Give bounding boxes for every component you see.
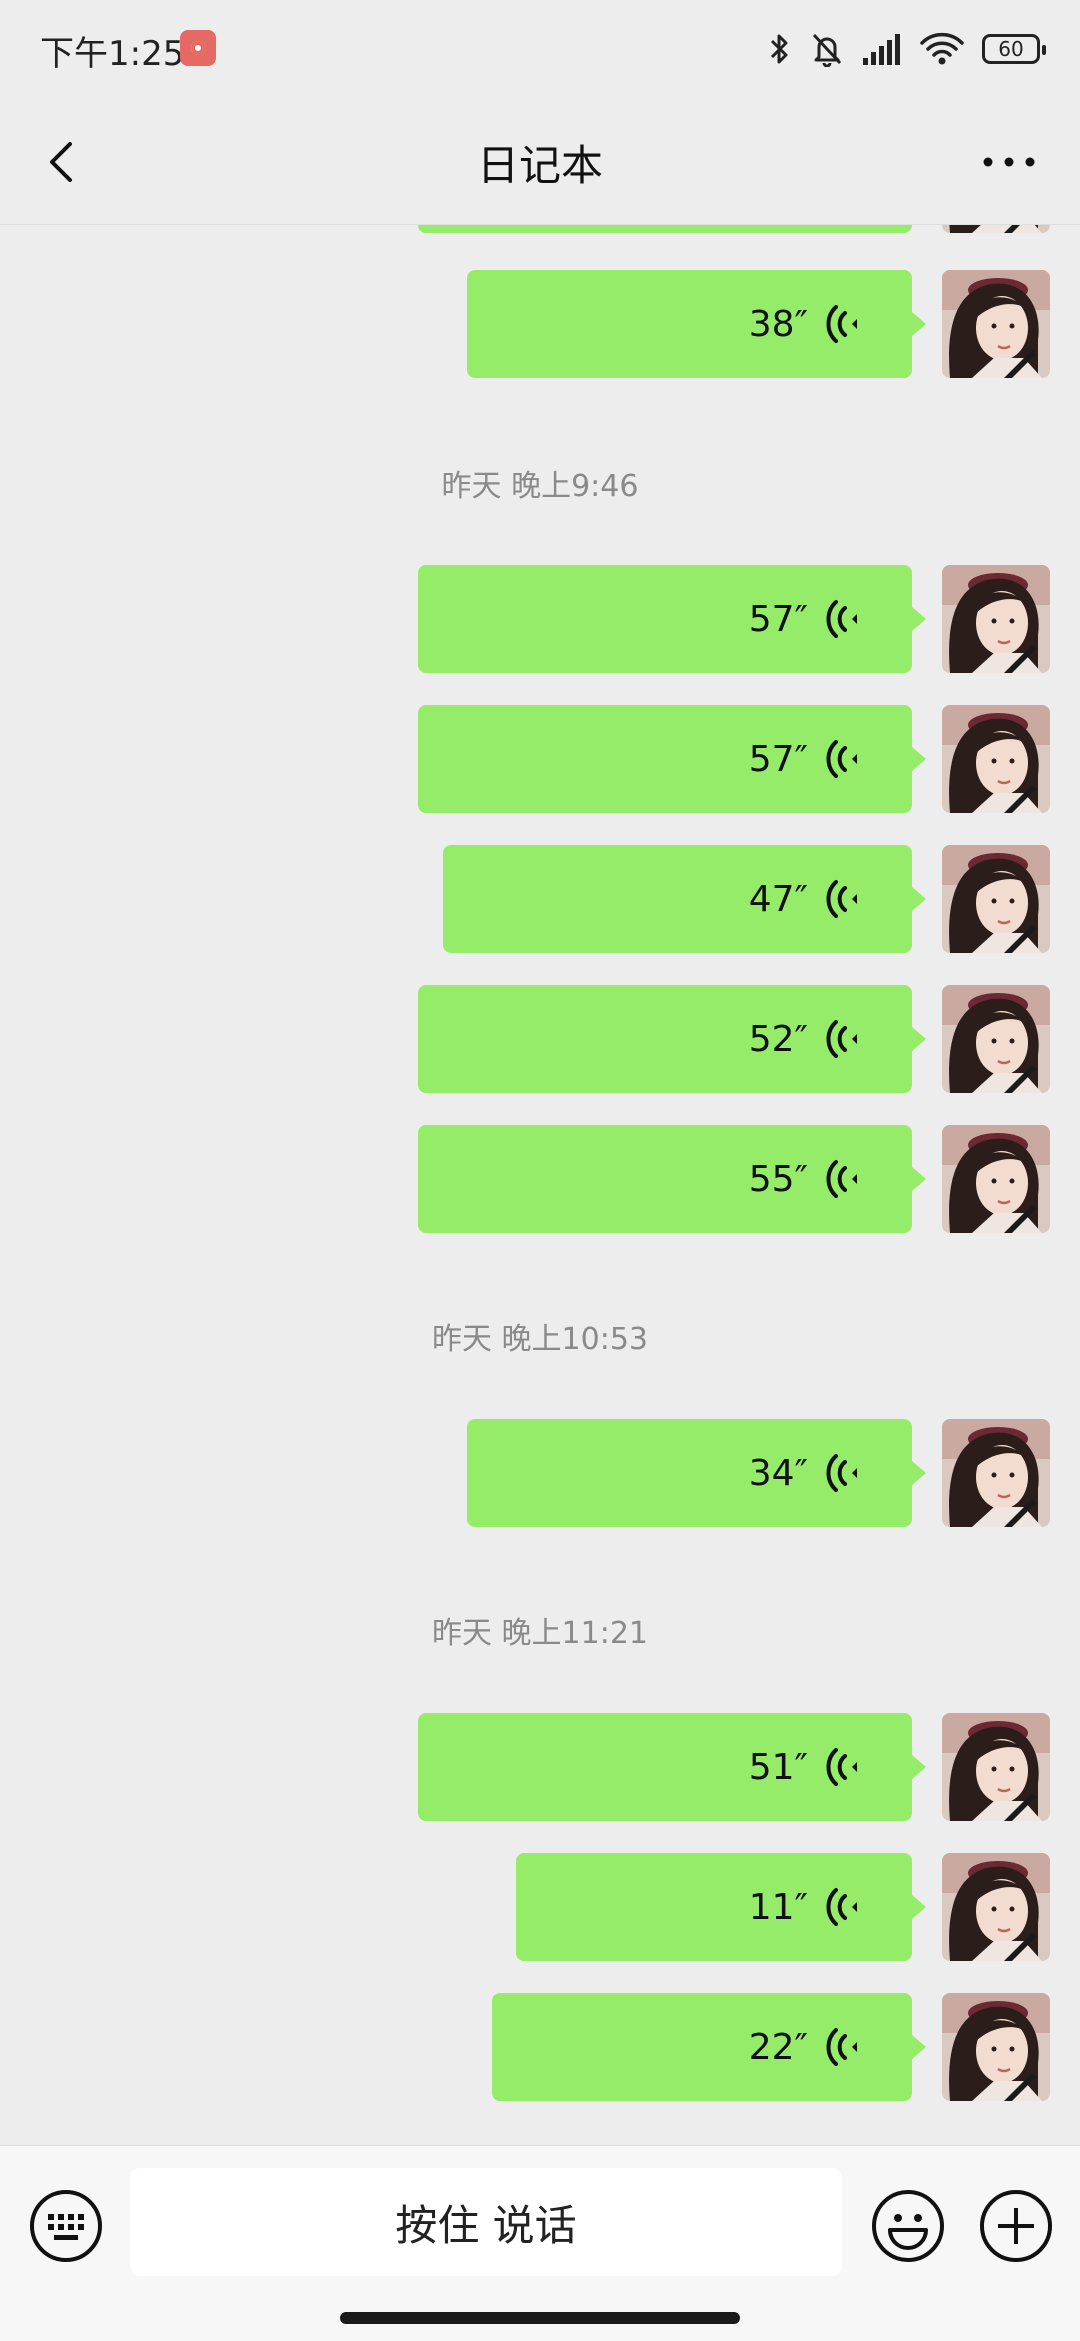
voice-duration: 47″ bbox=[748, 878, 808, 920]
voice-message[interactable]: 57″ bbox=[418, 565, 1050, 673]
avatar[interactable] bbox=[942, 1419, 1050, 1527]
voice-bubble[interactable]: 57″ bbox=[418, 565, 926, 673]
mute-bell-icon bbox=[812, 33, 842, 67]
voice-wave-icon bbox=[826, 1747, 862, 1787]
voice-message[interactable]: 55″ bbox=[418, 1125, 1050, 1233]
voice-duration: 57″ bbox=[748, 738, 808, 780]
wifi-icon bbox=[920, 32, 964, 65]
voice-message[interactable]: 22″ bbox=[492, 1993, 1050, 2101]
hold-to-talk-button[interactable]: 按住 说话 bbox=[130, 2168, 842, 2276]
voice-wave-icon bbox=[826, 304, 862, 344]
battery-level: 60 bbox=[998, 37, 1024, 61]
voice-message[interactable] bbox=[418, 225, 1050, 233]
bluetooth-icon bbox=[770, 34, 788, 64]
avatar[interactable] bbox=[942, 1853, 1050, 1961]
plus-icon[interactable] bbox=[978, 2188, 1054, 2264]
avatar[interactable] bbox=[942, 1713, 1050, 1821]
voice-bubble[interactable]: 47″ bbox=[443, 845, 926, 953]
voice-wave-icon bbox=[826, 739, 862, 779]
avatar[interactable] bbox=[942, 845, 1050, 953]
avatar[interactable] bbox=[942, 225, 1050, 233]
voice-message[interactable]: 51″ bbox=[418, 1713, 1050, 1821]
emoji-icon[interactable] bbox=[870, 2188, 946, 2264]
voice-bubble[interactable]: 55″ bbox=[418, 1125, 926, 1233]
voice-duration: 22″ bbox=[748, 2026, 808, 2068]
avatar[interactable] bbox=[942, 1125, 1050, 1233]
keyboard-icon[interactable] bbox=[28, 2188, 104, 2264]
voice-message[interactable]: 47″ bbox=[443, 845, 1050, 953]
avatar[interactable] bbox=[942, 270, 1050, 378]
voice-bubble[interactable]: 51″ bbox=[418, 1713, 926, 1821]
voice-bubble[interactable] bbox=[418, 225, 912, 233]
page-title: 日记本 bbox=[476, 141, 603, 190]
signal-icon bbox=[863, 34, 900, 65]
status-icons: 60 bbox=[768, 24, 1046, 74]
message-timestamp: 昨天 晚上10:53 bbox=[432, 1322, 648, 1357]
voice-duration: 34″ bbox=[748, 1452, 808, 1494]
voice-bubble[interactable]: 34″ bbox=[467, 1419, 926, 1527]
nav-bar: 日记本 bbox=[0, 100, 1080, 225]
voice-duration: 52″ bbox=[748, 1018, 808, 1060]
voice-wave-icon bbox=[826, 1887, 862, 1927]
voice-message[interactable]: 11″ bbox=[516, 1853, 1050, 1961]
message-timestamp: 昨天 晚上11:21 bbox=[432, 1616, 648, 1651]
avatar[interactable] bbox=[942, 565, 1050, 673]
voice-message[interactable]: 38″ bbox=[467, 270, 1050, 378]
status-time: 下午1:25 bbox=[40, 34, 185, 74]
avatar[interactable] bbox=[942, 1993, 1050, 2101]
voice-wave-icon bbox=[826, 2027, 862, 2067]
battery-icon: 60 bbox=[982, 34, 1046, 64]
voice-duration: 51″ bbox=[748, 1746, 808, 1788]
voice-bubble[interactable]: 22″ bbox=[492, 1993, 926, 2101]
voice-wave-icon bbox=[826, 1159, 862, 1199]
voice-wave-icon bbox=[826, 879, 862, 919]
voice-wave-icon bbox=[826, 1019, 862, 1059]
voice-bubble[interactable]: 57″ bbox=[418, 705, 926, 813]
voice-bubble[interactable]: 11″ bbox=[516, 1853, 926, 1961]
status-bar: 下午1:25 60 bbox=[0, 0, 1080, 100]
voice-duration: 11″ bbox=[748, 1886, 808, 1928]
message-timestamp: 昨天 晚上9:46 bbox=[441, 469, 639, 504]
screen-record-icon bbox=[180, 30, 216, 66]
voice-bubble[interactable]: 38″ bbox=[467, 270, 926, 378]
voice-bubble[interactable]: 52″ bbox=[418, 985, 926, 1093]
voice-message[interactable]: 34″ bbox=[467, 1419, 1050, 1527]
chat-message-list[interactable]: 38″ 昨天 晚上9:46 57″ 57″ 47″ 52″ 55″ 昨天 晚上1… bbox=[0, 225, 1080, 2145]
voice-duration: 55″ bbox=[748, 1158, 808, 1200]
more-dots-icon[interactable] bbox=[974, 130, 1044, 194]
voice-message[interactable]: 57″ bbox=[418, 705, 1050, 813]
voice-wave-icon bbox=[826, 599, 862, 639]
avatar[interactable] bbox=[942, 985, 1050, 1093]
voice-duration: 38″ bbox=[748, 303, 808, 345]
voice-wave-icon bbox=[826, 1453, 862, 1493]
home-indicator[interactable] bbox=[340, 2312, 740, 2324]
voice-message[interactable]: 52″ bbox=[418, 985, 1050, 1093]
voice-duration: 57″ bbox=[748, 598, 808, 640]
avatar[interactable] bbox=[942, 705, 1050, 813]
